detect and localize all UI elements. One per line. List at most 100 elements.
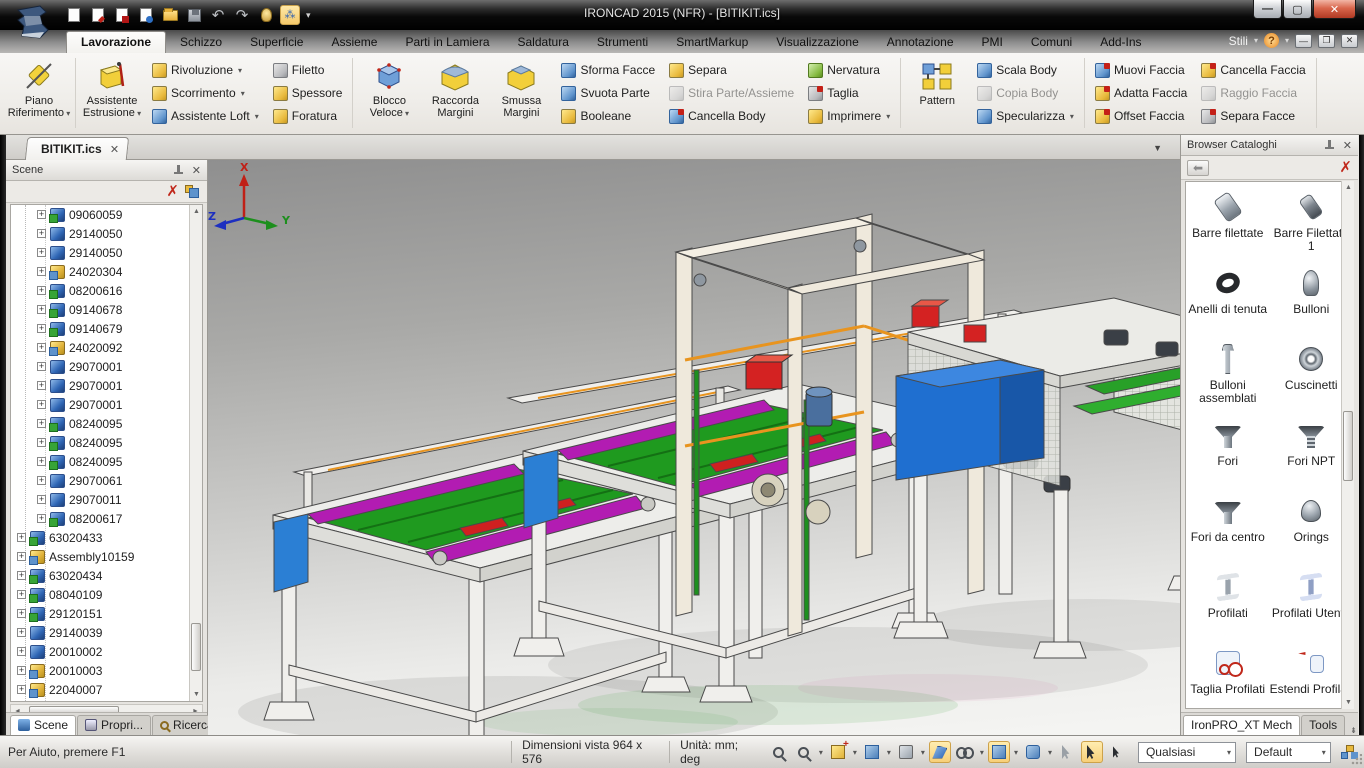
ribbon-tab[interactable]: Strumenti — [583, 32, 662, 53]
raccorda-margini-button[interactable]: Raccorda Margini — [422, 56, 488, 130]
scene-tree-item[interactable]: 08240095 — [11, 414, 202, 433]
catalog-item[interactable]: Barre filettate — [1186, 186, 1270, 262]
catalog-item[interactable]: Fori da centro — [1186, 490, 1270, 566]
render-icon[interactable] — [256, 5, 276, 25]
scene-tree-item[interactable]: 24020092 — [11, 338, 202, 357]
scene-tree-item[interactable]: 29140050 — [11, 243, 202, 262]
select-tool-icon[interactable] — [1081, 741, 1103, 763]
ribbon-tab[interactable]: Assieme — [317, 32, 391, 53]
ribbon-button[interactable]: Specularizza — [973, 106, 1078, 127]
move-body-icon[interactable] — [895, 741, 917, 763]
stili-menu[interactable]: Stili — [1229, 34, 1248, 48]
ribbon-button[interactable]: Foratura — [269, 106, 347, 127]
ribbon-tab[interactable]: PMI — [968, 32, 1017, 53]
scene-panel-close-icon[interactable]: ✕ — [192, 164, 201, 177]
catalog-item[interactable]: Anelli di tenuta — [1186, 262, 1270, 338]
scene-tree-item[interactable]: 08200616 — [11, 281, 202, 300]
selection-filter-combo[interactable]: Qualsiasi ▾ — [1138, 742, 1236, 763]
close-button[interactable]: ✕ — [1313, 0, 1356, 19]
expand-icon[interactable] — [37, 514, 46, 523]
catalog-item[interactable]: Bulloni assemblati — [1186, 338, 1270, 414]
catalog-tabs-overflow-icon[interactable]: ⇟ — [1350, 726, 1357, 735]
scroll-thumb[interactable] — [1343, 411, 1353, 481]
scroll-up-icon[interactable]: ▲ — [1342, 181, 1355, 194]
expand-icon[interactable] — [17, 552, 26, 561]
expand-icon[interactable] — [37, 248, 46, 257]
ribbon-tab[interactable]: Saldatura — [504, 32, 583, 53]
ribbon-button[interactable]: Filetto — [269, 60, 347, 81]
expand-icon[interactable] — [17, 666, 26, 675]
expand-icon[interactable] — [37, 476, 46, 485]
expand-icon[interactable] — [17, 685, 26, 694]
document-tab[interactable]: BITIKIT.ics ✕ — [25, 137, 129, 160]
ribbon-tab[interactable]: Schizzo — [166, 32, 236, 53]
expand-icon[interactable] — [37, 495, 46, 504]
new-document-icon[interactable] — [64, 5, 84, 25]
render-mode-icon[interactable] — [929, 741, 951, 763]
select-alt-icon[interactable] — [1106, 741, 1128, 763]
scroll-thumb[interactable] — [191, 623, 201, 671]
ribbon-button[interactable]: Taglia — [804, 83, 894, 104]
configuration-combo[interactable]: Default ▾ — [1246, 742, 1331, 763]
restore-button[interactable]: ▢ — [1283, 0, 1312, 19]
expand-icon[interactable] — [37, 286, 46, 295]
assistente-estrusione-button[interactable]: Assistente Estrusione — [79, 56, 145, 130]
expand-icon[interactable] — [37, 419, 46, 428]
scene-tree-item[interactable]: 20010003 — [11, 661, 202, 680]
ribbon-tab[interactable]: SmartMarkup — [662, 32, 762, 53]
expand-icon[interactable] — [37, 305, 46, 314]
ribbon-button[interactable]: Cancella Body — [665, 106, 798, 127]
ribbon-button[interactable]: Stira Parte/Assieme — [665, 83, 798, 104]
resize-grip[interactable] — [1350, 754, 1362, 766]
catalog-tab[interactable]: IronPRO_XT Mech — [1183, 715, 1300, 735]
ribbon-button[interactable]: Scala Body — [973, 60, 1078, 81]
zoom-tools-icon[interactable] — [793, 741, 815, 763]
visualization-icon[interactable] — [954, 741, 976, 763]
expand-icon[interactable] — [37, 210, 46, 219]
panel-tab[interactable]: Scene — [10, 715, 76, 735]
scene-tree-item[interactable]: 29070001 — [11, 376, 202, 395]
ribbon-button[interactable]: Booleane — [557, 106, 659, 127]
expand-icon[interactable] — [37, 400, 46, 409]
scene-tree-item[interactable]: 29140050 — [11, 224, 202, 243]
ribbon-button[interactable]: Nervatura — [804, 60, 894, 81]
expand-icon[interactable] — [17, 590, 26, 599]
ribbon-button[interactable]: Imprimere — [804, 106, 894, 127]
scene-tree-scrollbar[interactable]: ▲ ▼ — [189, 205, 202, 701]
catalog-tab[interactable]: Tools — [1301, 715, 1345, 735]
ribbon-button[interactable]: Adatta Faccia — [1091, 83, 1191, 104]
ribbon-tab[interactable]: Lavorazione — [66, 31, 166, 53]
ribbon-tab[interactable]: Superficie — [236, 32, 317, 53]
scene-tree-item[interactable]: 08240095 — [11, 452, 202, 471]
scene-tree-item[interactable]: 29070001 — [11, 357, 202, 376]
qat-overflow-icon[interactable]: ▾ — [306, 10, 311, 21]
pin-icon[interactable] — [173, 165, 184, 176]
scene-tree-item[interactable]: 08240095 — [11, 433, 202, 452]
ribbon-button[interactable]: Rivoluzione — [148, 60, 263, 81]
ribbon-tab[interactable]: Comuni — [1017, 32, 1086, 53]
new-drawing-icon[interactable] — [112, 5, 132, 25]
ribbon-button[interactable]: Cancella Faccia — [1197, 60, 1309, 81]
scroll-down-icon[interactable]: ▼ — [1342, 696, 1355, 709]
document-close-icon[interactable]: ✕ — [110, 143, 119, 156]
scene-tree-item[interactable]: Assembly10159 — [11, 547, 202, 566]
add-catalog-part-icon[interactable] — [827, 741, 849, 763]
blocco-veloce-button[interactable]: Blocco Veloce — [356, 56, 422, 130]
clear-filter-icon[interactable]: ✗ — [166, 184, 179, 199]
ribbon-button[interactable]: Sforma Facce — [557, 60, 659, 81]
scene-tree-item[interactable]: 29120151 — [11, 604, 202, 623]
expand-icon[interactable] — [17, 647, 26, 656]
scene-tree-item[interactable]: 29070011 — [11, 490, 202, 509]
help-icon[interactable]: ? — [1264, 33, 1279, 48]
expand-icon[interactable] — [37, 362, 46, 371]
back-icon[interactable]: ⬅ — [1187, 160, 1209, 176]
scene-tree-item[interactable]: 08071461 — [11, 699, 202, 702]
expand-icon[interactable] — [37, 457, 46, 466]
catalog-scrollbar[interactable]: ▲ ▼ — [1341, 181, 1354, 709]
expand-icon[interactable] — [37, 381, 46, 390]
save-icon[interactable] — [184, 5, 204, 25]
scene-tree-item[interactable]: 20010002 — [11, 642, 202, 661]
expand-icon[interactable] — [37, 267, 46, 276]
expand-icon[interactable] — [37, 229, 46, 238]
ribbon-button[interactable]: Offset Faccia — [1091, 106, 1191, 127]
